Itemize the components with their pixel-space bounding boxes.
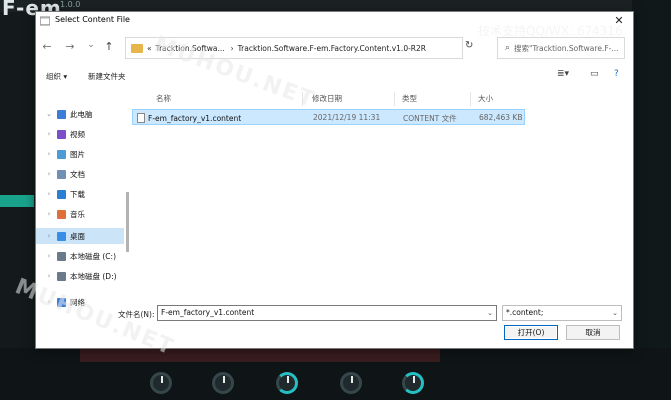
sidebar-item-label: 网络 — [70, 297, 85, 307]
chevron-down-icon[interactable]: ⌄ — [44, 110, 54, 118]
documents-icon — [57, 169, 66, 179]
sidebar-item-label: 下载 — [70, 189, 85, 199]
sidebar-item[interactable]: › 图片 — [36, 146, 124, 162]
address-prefix: « — [147, 43, 152, 53]
sidebar-item-label: 本地磁盘 (D:) — [70, 271, 117, 281]
file-name: F-em_factory_v1.content — [148, 113, 242, 123]
file-date: 2021/12/19 11:31 — [313, 113, 381, 122]
column-header-type[interactable]: 类型 — [402, 92, 417, 106]
app-teal-panel — [0, 195, 34, 207]
column-header-size[interactable]: 大小 — [478, 92, 493, 106]
file-row[interactable]: F-em_factory_v1.content 2021/12/19 11:31… — [132, 109, 525, 125]
open-button[interactable]: 打开(O) — [504, 325, 558, 340]
column-divider[interactable] — [394, 92, 395, 106]
app-red-strip — [80, 348, 440, 362]
app-icon — [40, 16, 50, 26]
dialog-title: Select Content File — [55, 15, 130, 24]
sidebar-item-label: 视频 — [70, 129, 85, 139]
computer-icon — [57, 109, 66, 119]
sidebar-item-label: 音乐 — [70, 209, 85, 219]
sidebar-item[interactable]: › 视频 — [36, 126, 124, 142]
pictures-icon — [57, 149, 66, 159]
chevron-right-icon[interactable]: › — [44, 232, 54, 240]
chevron-right-icon[interactable]: › — [44, 150, 54, 158]
sidebar-item-label: 图片 — [70, 149, 85, 159]
music-icon — [57, 209, 66, 219]
sidebar-item-label: 文档 — [70, 169, 85, 179]
sidebar-item-label: 此电脑 — [70, 109, 93, 119]
knob[interactable] — [402, 372, 424, 394]
recent-locations-dropdown[interactable]: ⌄ — [84, 40, 98, 50]
folder-icon — [131, 43, 143, 53]
chevron-down-icon[interactable]: ⌄ — [487, 306, 493, 320]
chevron-right-icon[interactable]: › — [44, 252, 54, 260]
sidebar-item[interactable]: › 网络 — [36, 294, 124, 310]
view-options-icon[interactable]: ≣▾ — [557, 69, 569, 79]
address-bar[interactable]: « Tracktion.Softwa... › Tracktion.Softwa… — [125, 37, 463, 59]
file-name-label: 文件名(N): — [118, 310, 155, 319]
help-icon[interactable]: ? — [614, 69, 619, 79]
refresh-icon[interactable]: ↻ — [465, 40, 473, 51]
sidebar-scrollbar[interactable] — [126, 192, 129, 252]
watermark-contact: 技术支持QQ/WX: 674316 — [478, 24, 623, 38]
file-type-select[interactable]: *.content; ⌄ — [502, 305, 622, 321]
file-name-cell: F-em_factory_v1.content — [137, 113, 241, 123]
search-icon: ⌕ — [505, 43, 511, 53]
knob[interactable] — [340, 372, 362, 394]
column-divider[interactable] — [470, 92, 471, 106]
chevron-right-icon[interactable]: › — [44, 170, 54, 178]
file-type: CONTENT 文件 — [403, 114, 457, 123]
app-right-panel — [632, 0, 671, 400]
chevron-right-icon[interactable]: › — [44, 298, 54, 306]
navigation-pane: ⌄ 此电脑 › 视频 › 图片 › 文档 › 下载 › 音乐 › 桌面 › 本地磁盘 (C:) › 本地磁盘 (D… — [36, 92, 126, 307]
sidebar-item[interactable]: ⌄ 此电脑 — [36, 106, 124, 122]
select-content-file-dialog: Select Content File ✕ ← → ⌄ ↑ « Tracktio… — [35, 11, 634, 349]
video-icon — [57, 129, 66, 139]
drive-icon — [57, 271, 66, 281]
sidebar-item[interactable]: › 桌面 — [36, 228, 124, 244]
up-button[interactable]: ↑ — [102, 40, 116, 53]
app-version: 1.0.0 — [60, 0, 81, 9]
file-icon — [137, 113, 145, 123]
download-icon — [57, 189, 66, 199]
network-icon — [57, 297, 66, 307]
knob[interactable] — [276, 372, 298, 394]
forward-button[interactable]: → — [63, 40, 77, 53]
sidebar-item[interactable]: › 文档 — [36, 166, 124, 182]
organize-button[interactable]: 组织 ▾ — [46, 71, 67, 82]
breadcrumb-separator: › — [230, 43, 234, 53]
knob[interactable] — [150, 372, 172, 394]
file-name-value: F-em_factory_v1.content — [161, 308, 255, 317]
sidebar-item[interactable]: › 本地磁盘 (D:) — [36, 268, 124, 284]
column-header-date[interactable]: 修改日期 — [312, 92, 342, 106]
toolbar: 组织 ▾ 新建文件夹 ≣▾ ▭ ? — [36, 67, 633, 85]
drive-icon — [57, 251, 66, 261]
column-divider[interactable] — [302, 92, 303, 106]
column-header-name[interactable]: 名称 — [156, 92, 171, 106]
sidebar-item[interactable]: › 下载 — [36, 186, 124, 202]
breadcrumb-item[interactable]: Tracktion.Software.F-em.Factory.Content.… — [238, 44, 426, 53]
search-input[interactable]: ⌕ 搜索"Tracktion.Software.F-... — [497, 37, 625, 59]
file-name-input[interactable]: F-em_factory_v1.content ⌄ — [157, 305, 497, 321]
search-placeholder: 搜索"Tracktion.Software.F-... — [514, 43, 619, 53]
knob[interactable] — [212, 372, 234, 394]
chevron-down-icon: ⌄ — [612, 309, 618, 317]
preview-pane-icon[interactable]: ▭ — [590, 69, 599, 79]
chevron-right-icon[interactable]: › — [44, 210, 54, 218]
cancel-button[interactable]: 取消 — [566, 325, 620, 340]
sidebar-item[interactable]: › 本地磁盘 (C:) — [36, 248, 124, 264]
desktop-icon — [57, 231, 66, 241]
chevron-right-icon[interactable]: › — [44, 130, 54, 138]
sidebar-item-label: 本地磁盘 (C:) — [70, 251, 116, 261]
sidebar-item-label: 桌面 — [70, 231, 85, 241]
breadcrumb-item[interactable]: Tracktion.Softwa... — [156, 44, 225, 53]
file-type-value: *.content; — [506, 308, 544, 317]
file-size: 682,463 KB — [479, 113, 523, 122]
back-button[interactable]: ← — [40, 40, 54, 53]
new-folder-button[interactable]: 新建文件夹 — [88, 71, 126, 82]
chevron-right-icon[interactable]: › — [44, 190, 54, 198]
sidebar-item[interactable]: › 音乐 — [36, 206, 124, 222]
chevron-right-icon[interactable]: › — [44, 272, 54, 280]
